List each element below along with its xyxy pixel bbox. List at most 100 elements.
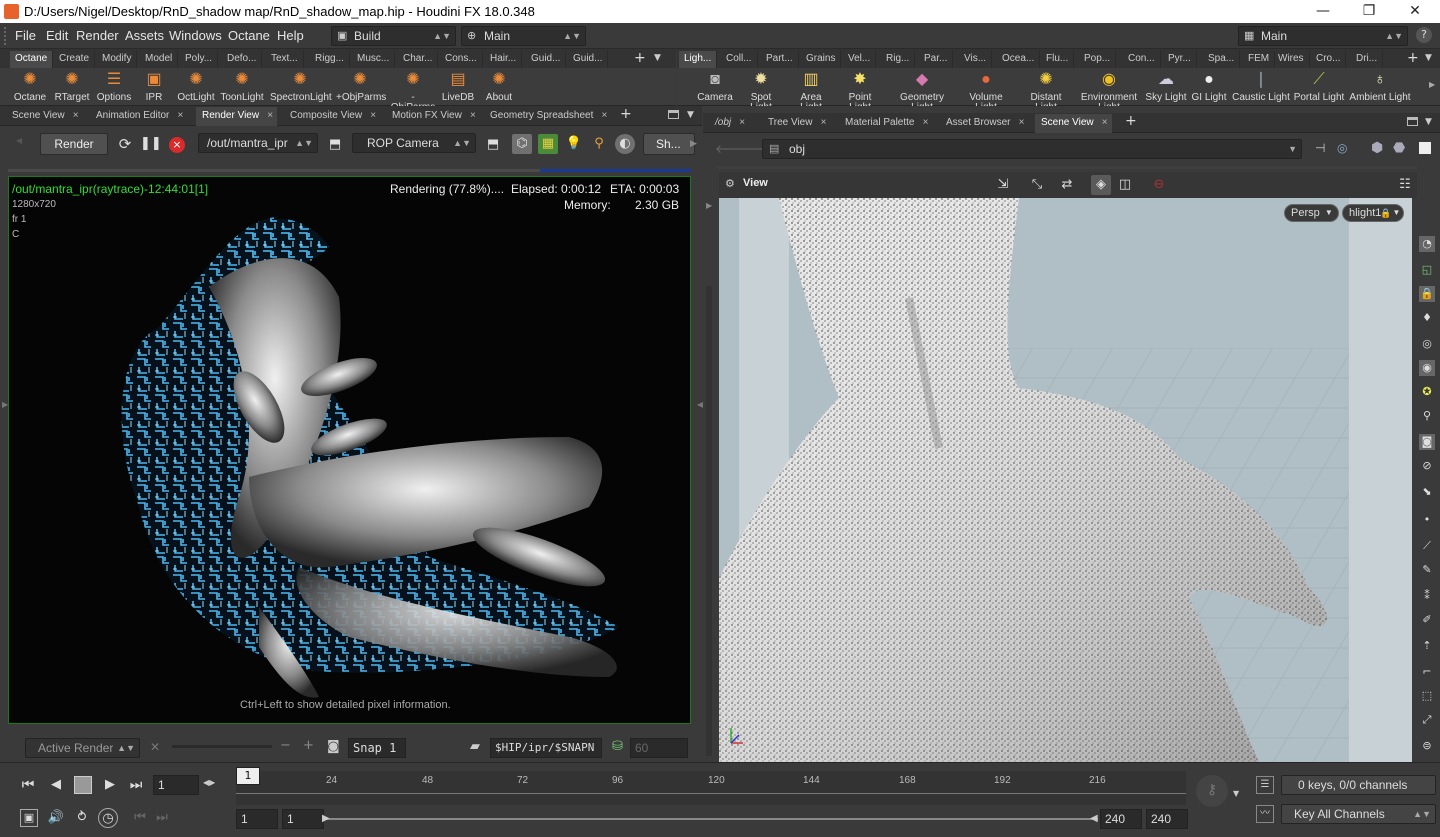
shelf-tab[interactable]: Con...	[1123, 51, 1161, 68]
ghost-icon[interactable]: ◔	[1419, 236, 1435, 252]
shelf-tab[interactable]: Char...	[398, 51, 439, 68]
shelf-tool-rtarget[interactable]: ✺ RTarget	[52, 70, 92, 103]
tab-render-view[interactable]: Render View ×	[196, 107, 278, 126]
tab-asset-browser[interactable]: Asset Browser ×	[940, 114, 1028, 133]
shelf-tab[interactable]: Hair...	[485, 51, 523, 68]
persp-menu[interactable]: Persp ▼	[1284, 204, 1339, 222]
menu-octane[interactable]: Octane	[228, 28, 270, 43]
shelf-tool-octlight[interactable]: ✺ OctLight	[176, 70, 216, 103]
close-tab-icon[interactable]: ×	[602, 107, 608, 125]
viewer-options-icon[interactable]: ☷	[1395, 175, 1415, 195]
playback-end-field[interactable]: 240	[1100, 809, 1142, 829]
scene-viewport[interactable]: Persp ▼ hlight1 🔒 ▼	[719, 198, 1412, 762]
loop-icon[interactable]: ⥁	[72, 808, 92, 828]
shelf-tool-about[interactable]: ✺ About	[482, 70, 516, 103]
snap-count-field[interactable]: 60	[630, 738, 688, 758]
shelf-tab[interactable]: Spa...	[1203, 51, 1241, 68]
handle-tool-icon[interactable]: ⇄	[1057, 175, 1077, 195]
lighting-mode-icon[interactable]: ⌬	[512, 134, 532, 154]
camera-select[interactable]: ROP Camera ▲▼	[352, 133, 476, 153]
render-image[interactable]: /out/mantra_ipr(raytrace)-12:44:01[1] 12…	[8, 176, 691, 724]
shelf-tab[interactable]: Pyr...	[1163, 51, 1197, 68]
playback-start-field[interactable]: 1	[282, 809, 324, 829]
audio-icon[interactable]: 🔊	[46, 808, 66, 828]
brush-icon[interactable]: ✐	[1419, 612, 1435, 628]
stop-render-icon[interactable]: ×	[169, 137, 185, 153]
shelf-tab[interactable]: Defo...	[222, 51, 263, 68]
close-tab-icon[interactable]: ×	[1019, 114, 1025, 132]
shelf-tool-sky-light[interactable]: ☁ Sky Light	[1143, 70, 1189, 103]
shelf-tab[interactable]: FEM	[1243, 51, 1276, 68]
maximize-button[interactable]: ❐	[1346, 0, 1392, 23]
keys-status[interactable]: 0 keys, 0/0 channels	[1281, 775, 1436, 795]
key-icon[interactable]: ⚷	[1196, 775, 1228, 807]
pen-icon[interactable]: ✎	[1419, 562, 1435, 578]
save-snap-icon[interactable]: ⛁	[612, 739, 623, 754]
step-back-icon[interactable]: ◀	[46, 775, 66, 795]
shelf-tab[interactable]: Dri...	[1351, 51, 1384, 68]
shelf-tab[interactable]: Cro...	[1311, 51, 1347, 68]
close-tab-icon[interactable]: ×	[1102, 114, 1108, 132]
shelf-tab[interactable]: Flu...	[1041, 51, 1075, 68]
geometry-icon[interactable]: ⬢	[1371, 140, 1383, 156]
shelf-tool-octane[interactable]: ✺ Octane	[12, 70, 48, 103]
shelf-tab[interactable]: Par...	[919, 51, 954, 68]
next-key-icon[interactable]: ⏭	[152, 808, 172, 828]
headlight-icon[interactable]: ⚲	[1419, 408, 1435, 424]
shelf-tab[interactable]: Vis...	[959, 51, 993, 68]
render-preview-icon[interactable]: ◫	[1115, 175, 1135, 195]
shelf-tab[interactable]: Create	[54, 51, 96, 68]
pause-icon[interactable]: ❚❚	[140, 134, 162, 154]
shelf-tab[interactable]: Vel...	[843, 51, 877, 68]
timeline-track[interactable]: 1 24 48 72 96 120 144 168 192 216	[236, 767, 1186, 805]
tab-tree-view[interactable]: Tree View ×	[762, 114, 830, 133]
snap-field[interactable]: Snap 1	[348, 738, 406, 758]
shelf-tab[interactable]: Model	[140, 51, 179, 68]
render-region-icon[interactable]: ▦	[538, 134, 558, 154]
normals-icon[interactable]: ⇡	[1419, 638, 1435, 654]
preview-icon[interactable]: ⚲	[589, 134, 609, 154]
tab-obj[interactable]: /obj ×	[709, 114, 749, 133]
prev-key-icon[interactable]: ⏮	[130, 808, 150, 828]
range-end-field[interactable]: 240	[1146, 809, 1188, 829]
camera-snap-icon[interactable]: ◙	[327, 739, 340, 754]
close-button[interactable]: ✕	[1392, 0, 1438, 23]
view-menu-icon[interactable]: ⚙	[725, 177, 735, 190]
context-select[interactable]: ⊕ Main ▲▼	[461, 26, 586, 46]
shading-mode-icon[interactable]: ◈	[1091, 175, 1111, 195]
channel-icon[interactable]: ☰	[1256, 776, 1274, 794]
sphere-icon[interactable]: ◎	[1419, 336, 1435, 352]
jump-start-icon[interactable]: ⏮	[18, 775, 38, 795]
shelf-tool-options[interactable]: ☰ Options	[94, 70, 134, 103]
shelf-tab[interactable]: Guid...	[526, 51, 567, 68]
shelf-tab[interactable]: Pop...	[1079, 51, 1117, 68]
wireframe-icon[interactable]: ◱	[1419, 262, 1435, 278]
rop-jump-icon[interactable]: ⬒	[325, 135, 345, 155]
snap-icon[interactable]: ⟋	[1419, 538, 1435, 554]
shelf-tab[interactable]: Musc...	[352, 51, 396, 68]
camera-lens-icon[interactable]: ⊘	[1419, 458, 1435, 474]
pane-menu-icon[interactable]: ▼	[1425, 117, 1432, 127]
shelf-tab[interactable]: Part...	[761, 51, 799, 68]
close-tab-icon[interactable]: ×	[821, 114, 827, 132]
tab-scene-view-active[interactable]: Scene View ×	[1035, 114, 1112, 133]
add-shelf-icon[interactable]: +	[1407, 50, 1419, 66]
snap-path-field[interactable]: $HIP/ipr/$SNAPN	[490, 738, 602, 758]
maximize-pane-icon[interactable]	[1407, 117, 1418, 126]
dopesheet-icon[interactable]: 〰	[1256, 805, 1274, 823]
vector-icon[interactable]: ⊜	[1419, 738, 1435, 754]
menu-windows[interactable]: Windows	[169, 28, 222, 43]
close-tab-icon[interactable]: ×	[267, 107, 273, 125]
bulb-icon[interactable]: ✪	[1419, 384, 1435, 400]
add-shelf-icon[interactable]: +	[634, 50, 646, 66]
menu-file[interactable]: File	[15, 28, 36, 43]
render-button[interactable]: Render	[40, 133, 108, 155]
jump-end-icon[interactable]: ⏭	[126, 775, 146, 795]
clock-icon[interactable]: ◷	[98, 808, 118, 828]
bounds-icon[interactable]: ⬚	[1419, 688, 1435, 704]
shelf-tab[interactable]: Coll...	[721, 51, 758, 68]
shelf-tab[interactable]: Grains	[801, 51, 842, 68]
shelf-menu-icon[interactable]: ▼	[654, 53, 661, 63]
close-tab-icon[interactable]: ×	[73, 107, 79, 125]
shelf-tool-ambient-light[interactable]: ♁ Ambient Light	[1349, 70, 1411, 103]
